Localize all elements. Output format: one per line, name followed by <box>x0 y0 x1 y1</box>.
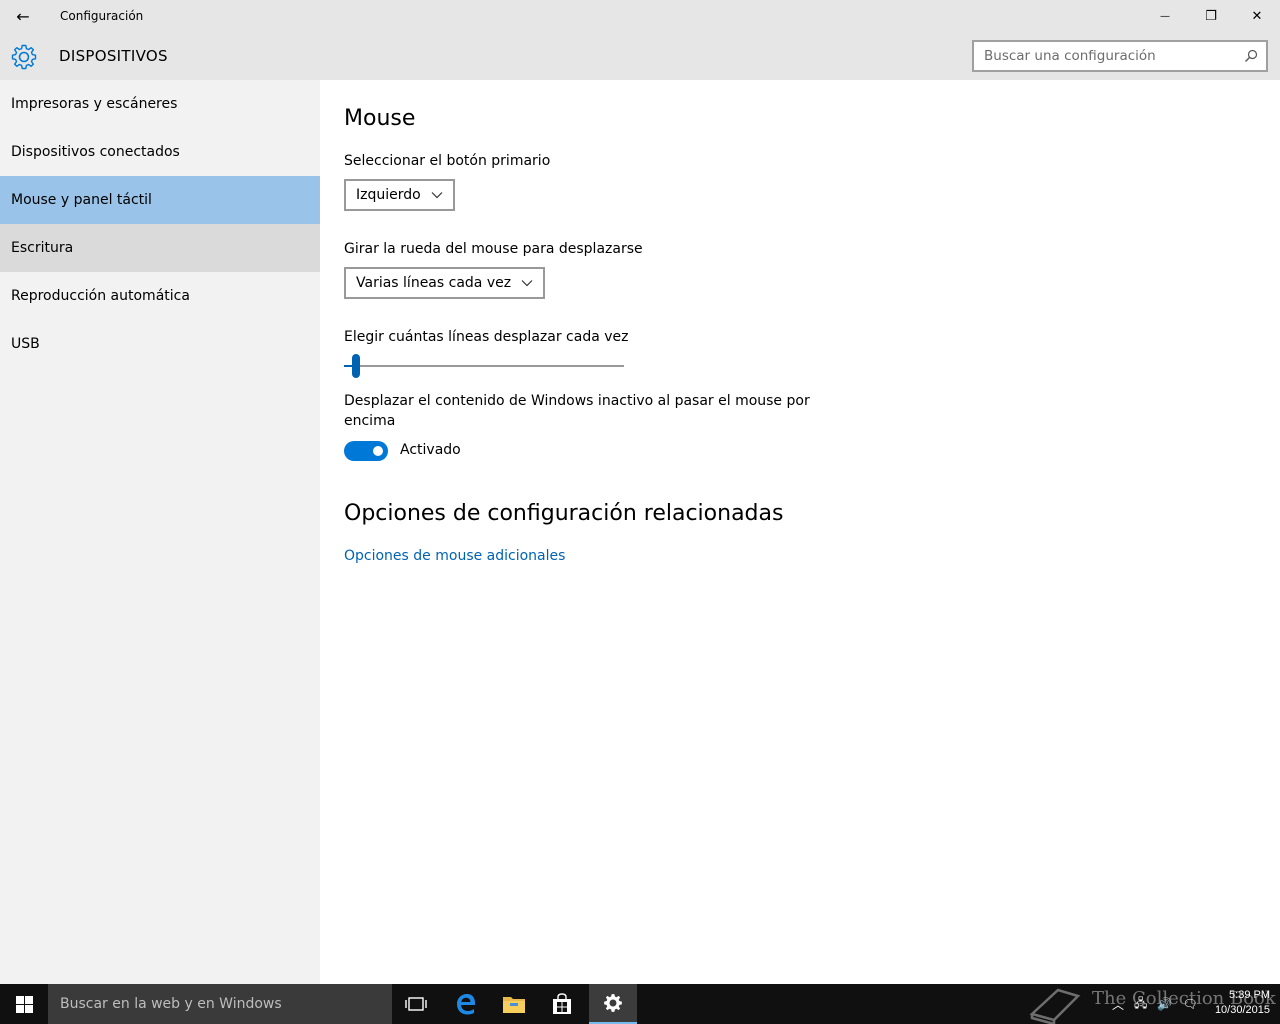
page-title: Mouse <box>344 106 416 131</box>
back-arrow-icon: ← <box>16 6 30 26</box>
close-icon: ✕ <box>1251 8 1263 24</box>
sidebar-item-printers[interactable]: Impresoras y escáneres <box>0 80 320 128</box>
window-title: Configuración <box>60 9 144 23</box>
settings-search[interactable] <box>972 40 1268 72</box>
clock-date: 10/30/2015 <box>1214 1004 1270 1016</box>
system-tray: ︿ 🖧 🔊 🗨 <box>1112 984 1198 1024</box>
taskbar-search[interactable]: Buscar en la web y en Windows <box>48 984 392 1024</box>
sidebar-item-typing[interactable]: Escritura <box>0 224 320 272</box>
chevron-down-icon <box>431 192 443 199</box>
taskbar: Buscar en la web y en Windows The Collec… <box>0 984 1280 1024</box>
store-icon <box>553 993 571 1014</box>
slider-thumb[interactable] <box>352 354 361 378</box>
primary-button-value: Izquierdo <box>356 187 421 203</box>
inactive-scroll-toggle[interactable] <box>344 441 388 461</box>
main-content: Mouse Seleccionar el botón primario Izqu… <box>320 80 1280 984</box>
settings-header: DISPOSITIVOS <box>0 32 1280 80</box>
start-button[interactable] <box>0 984 48 1024</box>
taskbar-search-text: Buscar en la web y en Windows <box>60 996 282 1012</box>
section-title: DISPOSITIVOS <box>59 47 168 65</box>
sidebar-item-label: Dispositivos conectados <box>11 144 180 160</box>
scroll-wheel-label: Girar la rueda del mouse para desplazars… <box>344 241 643 257</box>
scroll-wheel-value: Varias líneas cada vez <box>356 275 512 291</box>
file-explorer-button[interactable] <box>490 984 538 1024</box>
sidebar-item-autoplay[interactable]: Reproducción automática <box>0 272 320 320</box>
task-view-icon <box>405 997 427 1011</box>
notification-icon[interactable]: 🗨 <box>1182 997 1197 1011</box>
minimize-icon: — <box>1160 10 1170 22</box>
task-view-button[interactable] <box>392 984 440 1024</box>
maximize-button[interactable]: ❐ <box>1188 0 1234 32</box>
volume-icon[interactable]: 🔊 <box>1157 997 1172 1011</box>
lines-slider[interactable] <box>344 352 624 382</box>
additional-mouse-options-link[interactable]: Opciones de mouse adicionales <box>344 548 565 564</box>
related-settings-title: Opciones de configuración relacionadas <box>344 501 784 526</box>
store-button[interactable] <box>538 984 586 1024</box>
sidebar: Impresoras y escáneres Dispositivos cone… <box>0 80 320 984</box>
back-button[interactable]: ← <box>0 0 46 32</box>
gear-icon <box>604 994 622 1012</box>
clock-time: 5:39 PM <box>1229 989 1270 1001</box>
inactive-scroll-label-cont: encima <box>344 413 396 429</box>
inactive-scroll-label: Desplazar el contenido de Windows inacti… <box>344 393 810 409</box>
minimize-button[interactable]: — <box>1142 0 1188 32</box>
primary-button-label: Seleccionar el botón primario <box>344 153 551 169</box>
folder-icon <box>503 997 525 1013</box>
sidebar-item-usb[interactable]: USB <box>0 320 320 368</box>
sidebar-item-label: Escritura <box>11 240 74 256</box>
windows-logo-icon <box>15 995 33 1013</box>
title-bar: ← Configuración — ❐ ✕ <box>0 0 1280 32</box>
toggle-state-label: Activado <box>400 442 461 458</box>
toggle-knob <box>373 446 383 456</box>
chevron-down-icon <box>521 280 533 287</box>
sidebar-item-mouse[interactable]: Mouse y panel táctil <box>0 176 320 224</box>
window-controls: — ❐ ✕ <box>1142 0 1280 32</box>
settings-search-input[interactable] <box>984 48 1234 64</box>
sidebar-item-label: Mouse y panel táctil <box>11 192 152 208</box>
sidebar-item-label: Reproducción automática <box>11 288 190 304</box>
sidebar-item-label: Impresoras y escáneres <box>11 96 178 112</box>
edge-button[interactable] <box>442 984 490 1024</box>
lines-slider-label: Elegir cuántas líneas desplazar cada vez <box>344 329 629 345</box>
primary-button-dropdown[interactable]: Izquierdo <box>344 179 455 211</box>
gear-icon <box>11 44 37 70</box>
sidebar-item-connected-devices[interactable]: Dispositivos conectados <box>0 128 320 176</box>
book-watermark-icon <box>1029 988 1081 1024</box>
close-button[interactable]: ✕ <box>1234 0 1280 32</box>
settings-taskbar-button[interactable] <box>589 984 637 1024</box>
search-icon[interactable] <box>1244 49 1258 63</box>
scroll-wheel-dropdown[interactable]: Varias líneas cada vez <box>344 267 546 299</box>
edge-icon <box>457 994 476 1015</box>
chevron-up-icon[interactable]: ︿ <box>1112 996 1124 1013</box>
network-icon[interactable]: 🖧 <box>1134 994 1147 1015</box>
sidebar-item-label: USB <box>11 336 40 352</box>
restore-icon: ❐ <box>1205 8 1217 24</box>
taskbar-clock[interactable]: 5:39 PM 10/30/2015 <box>1215 988 1270 1018</box>
slider-track[interactable] <box>344 365 624 367</box>
